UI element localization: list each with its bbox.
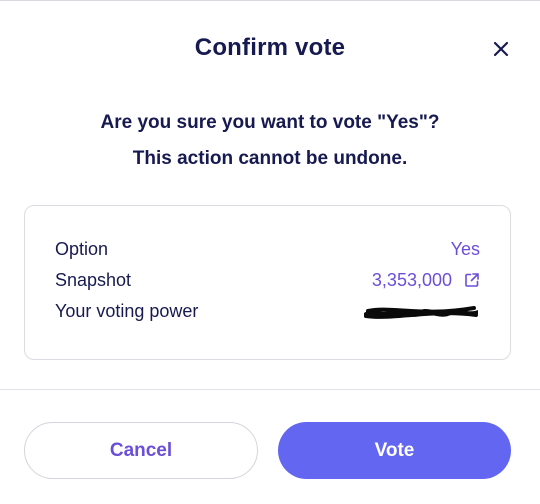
confirmation-question: Are you sure you want to vote "Yes"? [100, 112, 440, 133]
dialog-title: Confirm vote [194, 34, 346, 61]
vote-details-card: Option Yes Snapshot 3,353,000 Your votin… [24, 205, 511, 360]
redacted-voting-power-value [362, 301, 480, 321]
snapshot-link[interactable]: 3,353,000 [372, 270, 480, 291]
snapshot-label: Snapshot [55, 269, 132, 290]
vote-button[interactable]: Vote [278, 422, 511, 479]
confirmation-message: Are you sure you want to vote "Yes"? Thi… [0, 105, 540, 177]
close-button[interactable] [490, 38, 512, 60]
footer-divider [0, 389, 540, 390]
voting-power-row: Your voting power [55, 299, 480, 323]
confirm-vote-dialog: Confirm vote Are you sure you want to vo… [0, 0, 540, 504]
cancel-button[interactable]: Cancel [24, 422, 258, 479]
snapshot-value[interactable]: 3,353,000 [372, 270, 452, 291]
external-link-icon[interactable] [464, 272, 480, 288]
option-value: Yes [450, 238, 480, 259]
option-row: Option Yes [55, 237, 480, 261]
snapshot-row: Snapshot 3,353,000 [55, 268, 480, 292]
voting-power-label: Your voting power [55, 300, 199, 321]
option-label: Option [55, 238, 109, 259]
close-icon [493, 41, 509, 57]
confirmation-warning: This action cannot be undone. [132, 148, 408, 169]
